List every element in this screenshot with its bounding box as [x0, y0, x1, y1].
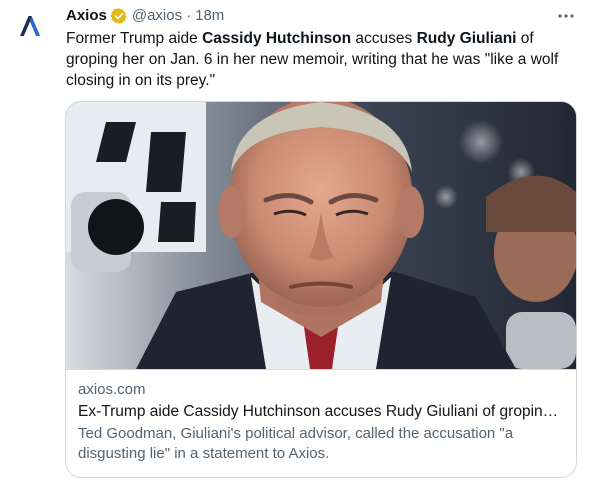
- tweet-text-bold-segment: Cassidy Hutchinson: [202, 30, 352, 47]
- author-handle[interactable]: @axios: [132, 6, 182, 26]
- avatar[interactable]: [10, 6, 50, 46]
- more-options-icon: [558, 14, 574, 18]
- tweet-text-segment: Former Trump aide: [66, 30, 203, 47]
- link-card-domain: axios.com: [78, 381, 146, 398]
- tweet-header: Axios @axios · 18m: [66, 6, 224, 26]
- tweet[interactable]: Axios @axios · 18m Former Trump aide Cas…: [0, 0, 591, 488]
- tweet-timestamp[interactable]: 18m: [195, 6, 224, 26]
- link-card-body[interactable]: axios.com Ex-Trump aide Cassidy Hutchins…: [66, 369, 576, 477]
- author-name[interactable]: Axios: [66, 6, 107, 26]
- tweet-text: Former Trump aide Cassidy Hutchinson acc…: [66, 28, 576, 91]
- tweet-text-bold-segment: Rudy Giuliani: [416, 30, 517, 47]
- axios-logo-icon: [20, 16, 40, 36]
- news-photo-image[interactable]: [66, 102, 576, 369]
- link-card[interactable]: axios.com Ex-Trump aide Cassidy Hutchins…: [65, 101, 577, 478]
- more-options-button[interactable]: [555, 6, 577, 26]
- verified-gold-badge-icon: [110, 7, 128, 25]
- separator-dot: ·: [186, 7, 192, 24]
- tweet-text-segment: accuses: [351, 30, 417, 47]
- link-card-description: Ted Goodman, Giuliani's political adviso…: [78, 425, 514, 462]
- link-card-title[interactable]: Ex-Trump aide Cassidy Hutchinson accuses…: [78, 402, 564, 422]
